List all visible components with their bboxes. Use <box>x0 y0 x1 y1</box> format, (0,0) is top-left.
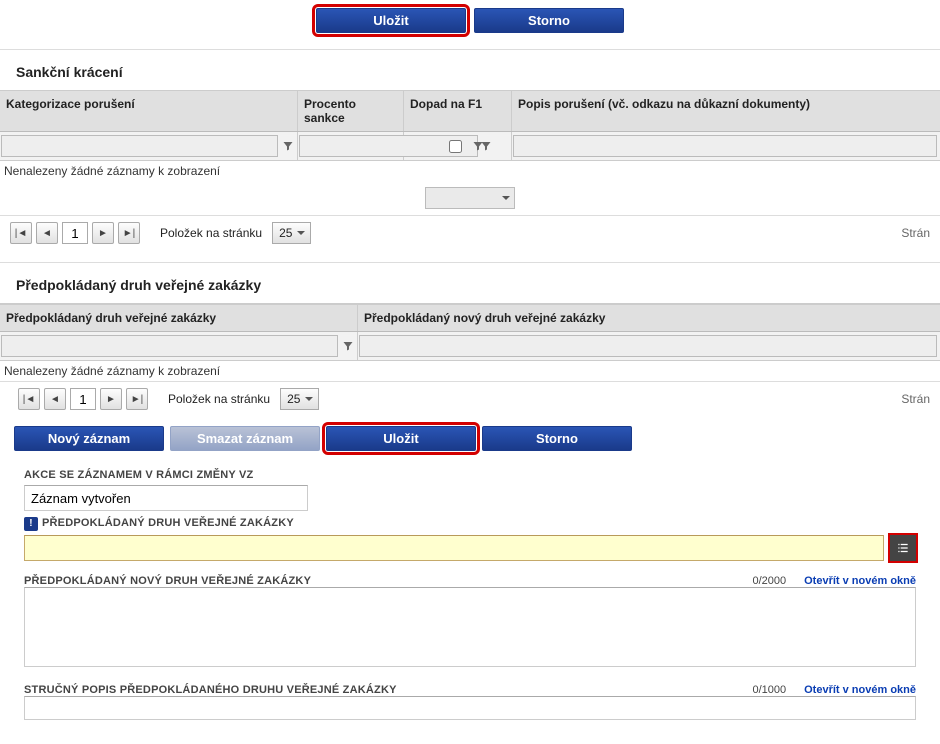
label-druh: ! PŘEDPOKLÁDANÝ DRUH VEŘEJNÉ ZAKÁZKY <box>24 511 916 535</box>
col-kategorizace[interactable]: Kategorizace porušení <box>0 91 298 131</box>
new-record-button[interactable]: Nový záznam <box>14 426 164 451</box>
col-procento[interactable]: Procento sankce <box>298 91 404 131</box>
per-page-label: Položek na stránku <box>168 392 270 406</box>
open-new-window-link[interactable]: Otevřít v novém okně <box>804 575 916 587</box>
per-page-select[interactable]: 25 <box>280 388 319 410</box>
list-icon <box>896 541 910 555</box>
per-page-select[interactable]: 25 <box>272 222 311 244</box>
filter-icon[interactable] <box>280 135 296 157</box>
input-akce[interactable] <box>24 485 308 511</box>
filter-druh[interactable] <box>1 335 338 357</box>
form-area: AKCE SE ZÁZNAMEM V RÁMCI ZMĚNY VZ ! PŘEDP… <box>0 459 940 733</box>
cancel-button[interactable]: Storno <box>474 8 624 33</box>
lookup-button[interactable] <box>890 535 916 561</box>
filter-icon[interactable] <box>340 335 356 357</box>
page-prev[interactable]: ◄ <box>36 222 58 244</box>
filter-kategorizace[interactable] <box>1 135 278 157</box>
cancel-button-2[interactable]: Storno <box>482 426 632 451</box>
per-page-label: Položek na stránku <box>160 226 262 240</box>
page-next[interactable]: ► <box>92 222 114 244</box>
col-popis[interactable]: Popis porušení (vč. odkazu na důkazní do… <box>512 91 940 131</box>
page-next[interactable]: ► <box>100 388 122 410</box>
page-first[interactable]: |◄ <box>10 222 32 244</box>
grid-action-dropdown[interactable] <box>425 187 515 209</box>
grid-filter-row-druh <box>0 332 940 361</box>
grid-header-druh: Předpokládaný druh veřejné zakázky Předp… <box>0 304 940 332</box>
counter-popis: 0/1000 <box>752 684 786 696</box>
page-first[interactable]: |◄ <box>18 388 40 410</box>
record-action-bar: Nový záznam Smazat záznam Uložit Storno <box>0 416 940 459</box>
page-right-text: Strán <box>901 226 930 240</box>
label-akce: AKCE SE ZÁZNAMEM V RÁMCI ZMĚNY VZ <box>24 463 916 485</box>
filter-novy-druh[interactable] <box>359 335 937 357</box>
save-button[interactable]: Uložit <box>316 8 466 33</box>
grid-header-sanctions: Kategorizace porušení Procento sankce Do… <box>0 91 940 132</box>
col-dopad[interactable]: Dopad na F1 <box>404 91 512 131</box>
pager-druh: |◄ ◄ ► ►| Položek na stránku 25 Strán <box>0 381 940 416</box>
lookup-druh <box>24 535 916 561</box>
filter-icon[interactable] <box>470 135 486 157</box>
textarea-novy-druh[interactable] <box>24 587 916 667</box>
col-novy-druh[interactable]: Předpokládaný nový druh veřejné zakázky <box>358 305 940 331</box>
filter-dopad-checkbox[interactable] <box>449 140 462 153</box>
open-new-window-link-2[interactable]: Otevřít v novém okně <box>804 684 916 696</box>
top-button-bar: Uložit Storno <box>0 0 940 50</box>
filter-popis[interactable] <box>513 135 937 157</box>
no-records-druh: Nenalezeny žádné záznamy k zobrazení <box>0 361 940 381</box>
label-druh-text: PŘEDPOKLÁDANÝ DRUH VEŘEJNÉ ZAKÁZKY <box>42 517 294 529</box>
page-right-text: Strán <box>901 392 930 406</box>
delete-record-button[interactable]: Smazat záznam <box>170 426 320 451</box>
sub-toolbar-sanctions <box>0 181 940 215</box>
label-novy-druh: PŘEDPOKLÁDANÝ NOVÝ DRUH VEŘEJNÉ ZAKÁZKY <box>24 575 311 587</box>
required-icon: ! <box>24 517 38 531</box>
save-button-2[interactable]: Uložit <box>326 426 476 451</box>
textarea-popis[interactable] <box>24 696 916 720</box>
counter-novy-druh: 0/2000 <box>752 575 786 587</box>
label-popis: STRUČNÝ POPIS PŘEDPOKLÁDANÉHO DRUHU VEŘE… <box>24 684 397 696</box>
grid-filter-row-sanctions <box>0 132 940 161</box>
page-input[interactable] <box>70 388 96 410</box>
page-input[interactable] <box>62 222 88 244</box>
page-last[interactable]: ►| <box>126 388 148 410</box>
input-druh[interactable] <box>24 535 884 561</box>
col-druh[interactable]: Předpokládaný druh veřejné zakázky <box>0 305 358 331</box>
page-prev[interactable]: ◄ <box>44 388 66 410</box>
section-title-sanctions: Sankční krácení <box>0 50 940 91</box>
pager-sanctions: |◄ ◄ ► ►| Položek na stránku 25 Strán <box>0 215 940 250</box>
no-records-sanctions: Nenalezeny žádné záznamy k zobrazení <box>0 161 940 181</box>
section-title-druh: Předpokládaný druh veřejné zakázky <box>0 263 940 304</box>
page-last[interactable]: ►| <box>118 222 140 244</box>
